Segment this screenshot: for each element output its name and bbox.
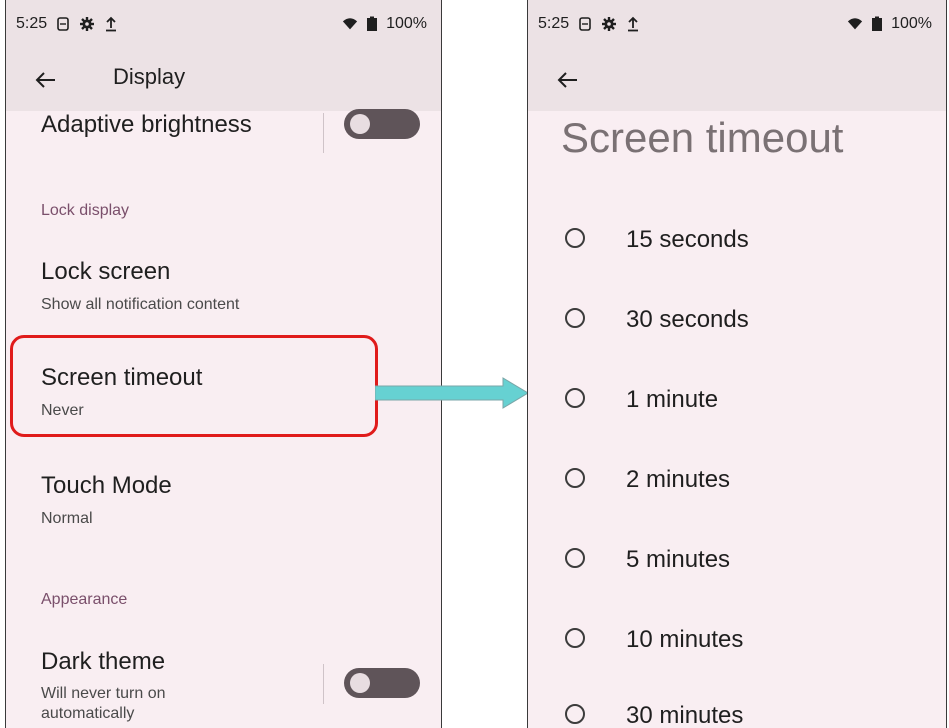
lock-screen-summary: Show all notification content [41, 296, 240, 313]
screen-timeout-highlight [10, 335, 378, 437]
option-1-minute[interactable]: 1 minute [528, 368, 946, 428]
lock-screen-row[interactable]: Lock screen Show all notification conten… [6, 258, 441, 324]
screen-timeout-screen: 5:25 100% Screen timeout 15 seconds 30 s… [527, 0, 947, 728]
back-button[interactable] [28, 62, 64, 98]
battery-icon [364, 16, 380, 32]
dark-theme-row[interactable]: Dark theme Will never turn on automatica… [6, 648, 441, 728]
arrow-right-icon [375, 377, 528, 409]
adaptive-brightness-row[interactable]: Adaptive brightness [6, 109, 441, 161]
status-time: 5:25 [538, 15, 570, 32]
wifi-icon [342, 16, 358, 32]
option-10-minutes[interactable]: 10 minutes [528, 608, 946, 668]
touch-mode-title: Touch Mode [41, 472, 172, 499]
dark-theme-toggle[interactable] [344, 668, 420, 698]
status-bar: 5:25 100% [528, 0, 946, 50]
sim-icon [55, 16, 71, 32]
battery-icon [869, 16, 885, 32]
option-2-minutes[interactable]: 2 minutes [528, 448, 946, 508]
radio-button[interactable] [565, 548, 585, 568]
option-label: 15 seconds [626, 226, 749, 253]
radio-button[interactable] [565, 228, 585, 248]
gear-icon [601, 16, 617, 32]
radio-button[interactable] [565, 704, 585, 724]
option-label: 30 minutes [626, 702, 744, 728]
status-bar: 5:25 100% [6, 0, 441, 50]
lock-display-header: Lock display [41, 202, 130, 219]
divider [323, 664, 324, 704]
back-button[interactable] [550, 62, 586, 98]
upload-icon [625, 16, 641, 32]
upload-icon [103, 16, 119, 32]
appearance-header: Appearance [41, 591, 128, 608]
app-bar [528, 50, 946, 111]
option-label: 30 seconds [626, 306, 749, 333]
app-bar: Display [6, 50, 441, 111]
battery-level: 100% [891, 15, 932, 32]
radio-button[interactable] [565, 468, 585, 488]
radio-button[interactable] [565, 388, 585, 408]
divider [323, 113, 324, 153]
page-title: Display [113, 64, 186, 89]
arrow-left-icon [557, 72, 577, 88]
lock-screen-title: Lock screen [41, 258, 171, 285]
option-5-minutes[interactable]: 5 minutes [528, 528, 946, 588]
option-label: 10 minutes [626, 626, 744, 653]
battery-level: 100% [386, 15, 427, 32]
option-label: 2 minutes [626, 466, 731, 493]
dark-theme-summary-line2: automatically [41, 705, 135, 722]
adaptive-brightness-toggle[interactable] [344, 109, 420, 139]
touch-mode-summary: Normal [41, 510, 93, 527]
dark-theme-title: Dark theme [41, 648, 166, 675]
arrow-left-icon [35, 72, 55, 88]
touch-mode-row[interactable]: Touch Mode Normal [6, 472, 441, 538]
dark-theme-summary-line1: Will never turn on [41, 685, 166, 702]
screen-title: Screen timeout [561, 114, 844, 161]
status-time: 5:25 [16, 15, 48, 32]
wifi-icon [847, 16, 863, 32]
gear-icon [79, 16, 95, 32]
radio-button[interactable] [565, 628, 585, 648]
option-label: 5 minutes [626, 546, 731, 573]
radio-button[interactable] [565, 308, 585, 328]
option-30-seconds[interactable]: 30 seconds [528, 288, 946, 348]
option-label: 1 minute [626, 386, 719, 413]
adaptive-brightness-title: Adaptive brightness [41, 111, 252, 138]
sim-icon [577, 16, 593, 32]
option-30-minutes[interactable]: 30 minutes [528, 684, 946, 728]
option-15-seconds[interactable]: 15 seconds [528, 208, 946, 268]
